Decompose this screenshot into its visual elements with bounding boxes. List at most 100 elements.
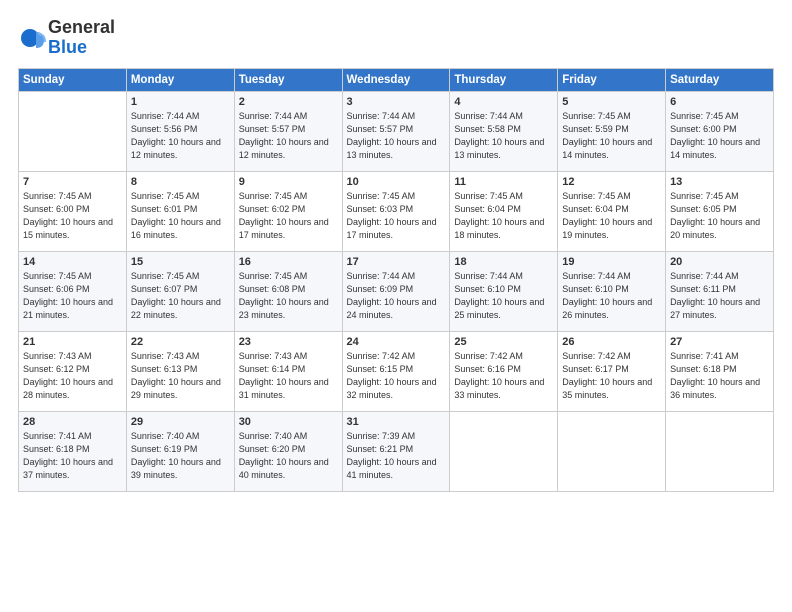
weekday-header: Saturday [666, 69, 774, 92]
calendar-cell: 2 Sunrise: 7:44 AMSunset: 5:57 PMDayligh… [234, 92, 342, 172]
calendar-cell: 31 Sunrise: 7:39 AMSunset: 6:21 PMDaylig… [342, 412, 450, 492]
day-number: 15 [131, 256, 230, 268]
day-number: 21 [23, 336, 122, 348]
calendar-table: SundayMondayTuesdayWednesdayThursdayFrid… [18, 68, 774, 492]
calendar-week-row: 7 Sunrise: 7:45 AMSunset: 6:00 PMDayligh… [19, 172, 774, 252]
calendar-cell [666, 412, 774, 492]
day-info: Sunrise: 7:44 AMSunset: 5:58 PMDaylight:… [454, 110, 553, 162]
day-info: Sunrise: 7:40 AMSunset: 6:19 PMDaylight:… [131, 430, 230, 482]
calendar-cell [450, 412, 558, 492]
calendar-week-row: 28 Sunrise: 7:41 AMSunset: 6:18 PMDaylig… [19, 412, 774, 492]
calendar-cell: 9 Sunrise: 7:45 AMSunset: 6:02 PMDayligh… [234, 172, 342, 252]
day-info: Sunrise: 7:45 AMSunset: 6:01 PMDaylight:… [131, 190, 230, 242]
day-info: Sunrise: 7:45 AMSunset: 6:07 PMDaylight:… [131, 270, 230, 322]
calendar-cell: 29 Sunrise: 7:40 AMSunset: 6:19 PMDaylig… [126, 412, 234, 492]
day-number: 24 [347, 336, 446, 348]
calendar-container: General Blue SundayMondayTuesdayWednesda… [0, 0, 792, 502]
calendar-cell: 22 Sunrise: 7:43 AMSunset: 6:13 PMDaylig… [126, 332, 234, 412]
day-info: Sunrise: 7:41 AMSunset: 6:18 PMDaylight:… [670, 350, 769, 402]
day-number: 31 [347, 416, 446, 428]
calendar-cell: 27 Sunrise: 7:41 AMSunset: 6:18 PMDaylig… [666, 332, 774, 412]
day-number: 11 [454, 176, 553, 188]
day-number: 26 [562, 336, 661, 348]
day-number: 1 [131, 96, 230, 108]
day-number: 9 [239, 176, 338, 188]
calendar-cell: 6 Sunrise: 7:45 AMSunset: 6:00 PMDayligh… [666, 92, 774, 172]
day-info: Sunrise: 7:45 AMSunset: 6:03 PMDaylight:… [347, 190, 446, 242]
calendar-week-row: 1 Sunrise: 7:44 AMSunset: 5:56 PMDayligh… [19, 92, 774, 172]
day-info: Sunrise: 7:39 AMSunset: 6:21 PMDaylight:… [347, 430, 446, 482]
calendar-cell: 11 Sunrise: 7:45 AMSunset: 6:04 PMDaylig… [450, 172, 558, 252]
day-info: Sunrise: 7:44 AMSunset: 6:09 PMDaylight:… [347, 270, 446, 322]
calendar-cell: 30 Sunrise: 7:40 AMSunset: 6:20 PMDaylig… [234, 412, 342, 492]
day-info: Sunrise: 7:45 AMSunset: 6:08 PMDaylight:… [239, 270, 338, 322]
day-info: Sunrise: 7:44 AMSunset: 6:10 PMDaylight:… [454, 270, 553, 322]
calendar-cell [558, 412, 666, 492]
calendar-cell: 8 Sunrise: 7:45 AMSunset: 6:01 PMDayligh… [126, 172, 234, 252]
day-number: 18 [454, 256, 553, 268]
calendar-cell: 28 Sunrise: 7:41 AMSunset: 6:18 PMDaylig… [19, 412, 127, 492]
calendar-cell: 16 Sunrise: 7:45 AMSunset: 6:08 PMDaylig… [234, 252, 342, 332]
day-info: Sunrise: 7:44 AMSunset: 5:57 PMDaylight:… [239, 110, 338, 162]
calendar-week-row: 14 Sunrise: 7:45 AMSunset: 6:06 PMDaylig… [19, 252, 774, 332]
day-info: Sunrise: 7:44 AMSunset: 6:10 PMDaylight:… [562, 270, 661, 322]
calendar-cell: 15 Sunrise: 7:45 AMSunset: 6:07 PMDaylig… [126, 252, 234, 332]
day-number: 17 [347, 256, 446, 268]
day-number: 4 [454, 96, 553, 108]
day-number: 27 [670, 336, 769, 348]
day-number: 30 [239, 416, 338, 428]
day-info: Sunrise: 7:42 AMSunset: 6:17 PMDaylight:… [562, 350, 661, 402]
day-info: Sunrise: 7:45 AMSunset: 6:05 PMDaylight:… [670, 190, 769, 242]
weekday-header: Thursday [450, 69, 558, 92]
day-number: 6 [670, 96, 769, 108]
day-info: Sunrise: 7:45 AMSunset: 6:02 PMDaylight:… [239, 190, 338, 242]
calendar-cell: 4 Sunrise: 7:44 AMSunset: 5:58 PMDayligh… [450, 92, 558, 172]
day-info: Sunrise: 7:45 AMSunset: 6:06 PMDaylight:… [23, 270, 122, 322]
day-info: Sunrise: 7:44 AMSunset: 5:56 PMDaylight:… [131, 110, 230, 162]
calendar-cell: 20 Sunrise: 7:44 AMSunset: 6:11 PMDaylig… [666, 252, 774, 332]
day-number: 25 [454, 336, 553, 348]
calendar-cell: 17 Sunrise: 7:44 AMSunset: 6:09 PMDaylig… [342, 252, 450, 332]
calendar-cell: 19 Sunrise: 7:44 AMSunset: 6:10 PMDaylig… [558, 252, 666, 332]
day-number: 12 [562, 176, 661, 188]
day-info: Sunrise: 7:45 AMSunset: 6:00 PMDaylight:… [23, 190, 122, 242]
calendar-cell: 18 Sunrise: 7:44 AMSunset: 6:10 PMDaylig… [450, 252, 558, 332]
calendar-cell: 12 Sunrise: 7:45 AMSunset: 6:04 PMDaylig… [558, 172, 666, 252]
calendar-cell: 7 Sunrise: 7:45 AMSunset: 6:00 PMDayligh… [19, 172, 127, 252]
day-number: 3 [347, 96, 446, 108]
day-info: Sunrise: 7:44 AMSunset: 6:11 PMDaylight:… [670, 270, 769, 322]
day-number: 13 [670, 176, 769, 188]
day-number: 23 [239, 336, 338, 348]
day-number: 29 [131, 416, 230, 428]
day-number: 8 [131, 176, 230, 188]
day-info: Sunrise: 7:45 AMSunset: 5:59 PMDaylight:… [562, 110, 661, 162]
day-info: Sunrise: 7:44 AMSunset: 5:57 PMDaylight:… [347, 110, 446, 162]
calendar-cell: 25 Sunrise: 7:42 AMSunset: 6:16 PMDaylig… [450, 332, 558, 412]
day-number: 22 [131, 336, 230, 348]
day-number: 7 [23, 176, 122, 188]
header-row: SundayMondayTuesdayWednesdayThursdayFrid… [19, 69, 774, 92]
calendar-week-row: 21 Sunrise: 7:43 AMSunset: 6:12 PMDaylig… [19, 332, 774, 412]
calendar-cell: 13 Sunrise: 7:45 AMSunset: 6:05 PMDaylig… [666, 172, 774, 252]
calendar-cell: 21 Sunrise: 7:43 AMSunset: 6:12 PMDaylig… [19, 332, 127, 412]
weekday-header: Monday [126, 69, 234, 92]
day-info: Sunrise: 7:45 AMSunset: 6:00 PMDaylight:… [670, 110, 769, 162]
calendar-cell [19, 92, 127, 172]
calendar-cell: 3 Sunrise: 7:44 AMSunset: 5:57 PMDayligh… [342, 92, 450, 172]
day-info: Sunrise: 7:41 AMSunset: 6:18 PMDaylight:… [23, 430, 122, 482]
day-number: 19 [562, 256, 661, 268]
day-number: 14 [23, 256, 122, 268]
logo-icon [18, 24, 46, 52]
day-number: 28 [23, 416, 122, 428]
day-info: Sunrise: 7:42 AMSunset: 6:16 PMDaylight:… [454, 350, 553, 402]
day-info: Sunrise: 7:42 AMSunset: 6:15 PMDaylight:… [347, 350, 446, 402]
calendar-cell: 24 Sunrise: 7:42 AMSunset: 6:15 PMDaylig… [342, 332, 450, 412]
calendar-cell: 5 Sunrise: 7:45 AMSunset: 5:59 PMDayligh… [558, 92, 666, 172]
logo-blue: Blue [48, 37, 87, 57]
calendar-cell: 14 Sunrise: 7:45 AMSunset: 6:06 PMDaylig… [19, 252, 127, 332]
logo: General Blue [18, 18, 115, 58]
day-info: Sunrise: 7:40 AMSunset: 6:20 PMDaylight:… [239, 430, 338, 482]
weekday-header: Sunday [19, 69, 127, 92]
day-number: 10 [347, 176, 446, 188]
day-info: Sunrise: 7:43 AMSunset: 6:14 PMDaylight:… [239, 350, 338, 402]
